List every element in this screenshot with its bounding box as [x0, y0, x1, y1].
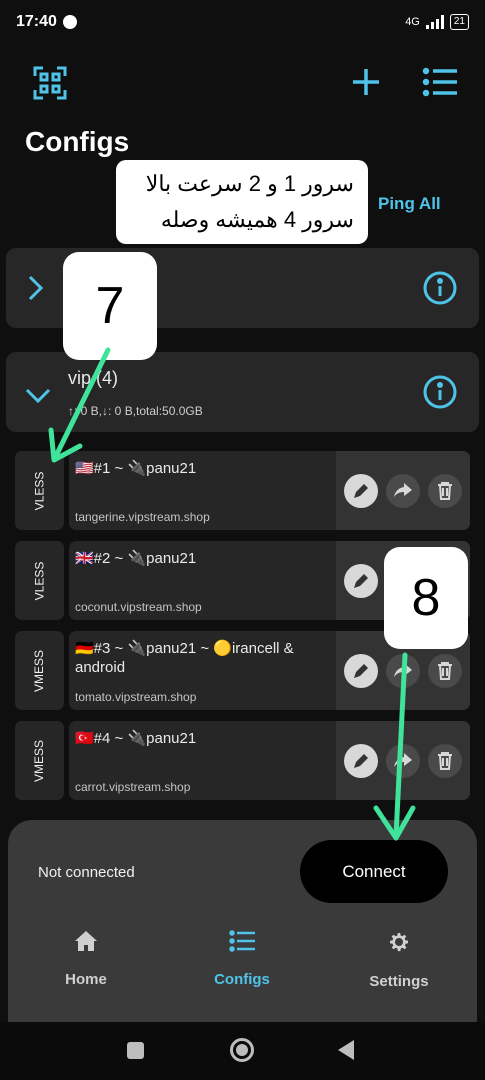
connect-button[interactable]: Connect [300, 840, 448, 903]
config-actions [336, 721, 470, 800]
config-name: 🇬🇧#2 ~ 🔌panu21 [75, 550, 197, 567]
status-time: 17:40 [16, 13, 57, 30]
config-item[interactable]: 🇹🇷#4 ~ 🔌panu21 carrot.vipstream.shop [69, 721, 470, 800]
protocol-label: VMESS [15, 631, 64, 710]
step-number-8: 8 [384, 547, 468, 649]
delete-icon[interactable] [428, 473, 462, 508]
config-actions [336, 451, 470, 530]
delete-icon[interactable] [428, 743, 462, 778]
add-config-icon[interactable] [350, 66, 382, 98]
info-icon[interactable] [423, 375, 457, 409]
edit-icon[interactable] [344, 653, 378, 688]
chevron-down-icon[interactable] [24, 384, 52, 406]
gear-icon [390, 933, 408, 952]
chevron-right-icon[interactable] [24, 274, 46, 302]
annotation-callout: سرور 1 و 2 سرعت بالا سرور 4 همیشه وصله [116, 160, 368, 244]
nav-configs[interactable]: Configs [164, 930, 320, 988]
group-traffic-stats: ↑: 0 B,↓: 0 B,total:50.0GB [68, 404, 203, 418]
battery-indicator: 21 [449, 14, 469, 30]
nav-settings-label: Settings [369, 973, 429, 990]
delete-icon[interactable] [428, 653, 462, 688]
list-icon [229, 930, 255, 952]
page-title: Configs [25, 126, 130, 157]
bottom-navigation: Home Configs Settings [8, 930, 477, 1020]
config-host: tangerine.vipstream.shop [75, 510, 210, 524]
step-number-7: 7 [63, 252, 157, 360]
config-host: tomato.vipstream.shop [75, 690, 197, 704]
config-name: 🇹🇷#4 ~ 🔌panu21 [75, 730, 197, 747]
group-row[interactable]: vip (4) ↑: 0 B,↓: 0 B,total:50.0GB [6, 352, 479, 432]
network-type: 4G [405, 16, 420, 28]
share-icon[interactable] [386, 473, 420, 508]
nav-configs-label: Configs [214, 971, 270, 988]
protocol-label: VMESS [15, 721, 64, 800]
status-bar: 17:40 4G 21 [0, 0, 485, 44]
ping-all-button[interactable]: Ping All [378, 194, 441, 214]
config-item[interactable]: 🇺🇸#1 ~ 🔌panu21 tangerine.vipstream.shop [69, 451, 470, 530]
connection-status: Not connected [38, 864, 135, 881]
qr-scan-icon[interactable] [33, 66, 67, 100]
callout-line-1: سرور 1 و 2 سرعت بالا [145, 171, 354, 196]
config-name: 🇺🇸#1 ~ 🔌panu21 [75, 460, 197, 477]
list-menu-icon[interactable] [422, 66, 458, 98]
home-button[interactable] [230, 1038, 254, 1062]
connection-panel: Not connected Connect Home Configs Setti… [8, 820, 477, 1023]
share-icon[interactable] [386, 743, 420, 778]
edit-icon[interactable] [344, 563, 378, 598]
recents-button[interactable] [127, 1042, 144, 1059]
edit-icon[interactable] [344, 743, 378, 778]
nav-settings[interactable]: Settings [321, 930, 477, 990]
edit-icon[interactable] [344, 473, 378, 508]
info-icon[interactable] [423, 271, 457, 305]
home-icon [75, 931, 97, 951]
config-host: carrot.vipstream.shop [75, 780, 191, 794]
group-name: vip (4) [68, 368, 119, 388]
telegram-icon [62, 15, 77, 29]
nav-home-label: Home [65, 971, 107, 988]
system-nav-bar [0, 1022, 485, 1080]
config-name: 🇩🇪#3 ~ 🔌panu21 ~ 🟡irancell & android [75, 640, 294, 676]
back-button[interactable] [338, 1040, 356, 1060]
protocol-label: VLESS [15, 541, 64, 620]
signal-icon [425, 15, 444, 29]
config-host: coconut.vipstream.shop [75, 600, 202, 614]
share-icon[interactable] [386, 653, 420, 688]
top-app-bar [0, 58, 485, 106]
nav-home[interactable]: Home [8, 930, 164, 988]
protocol-label: VLESS [15, 451, 64, 530]
callout-line-2: سرور 4 همیشه وصله [160, 207, 354, 232]
